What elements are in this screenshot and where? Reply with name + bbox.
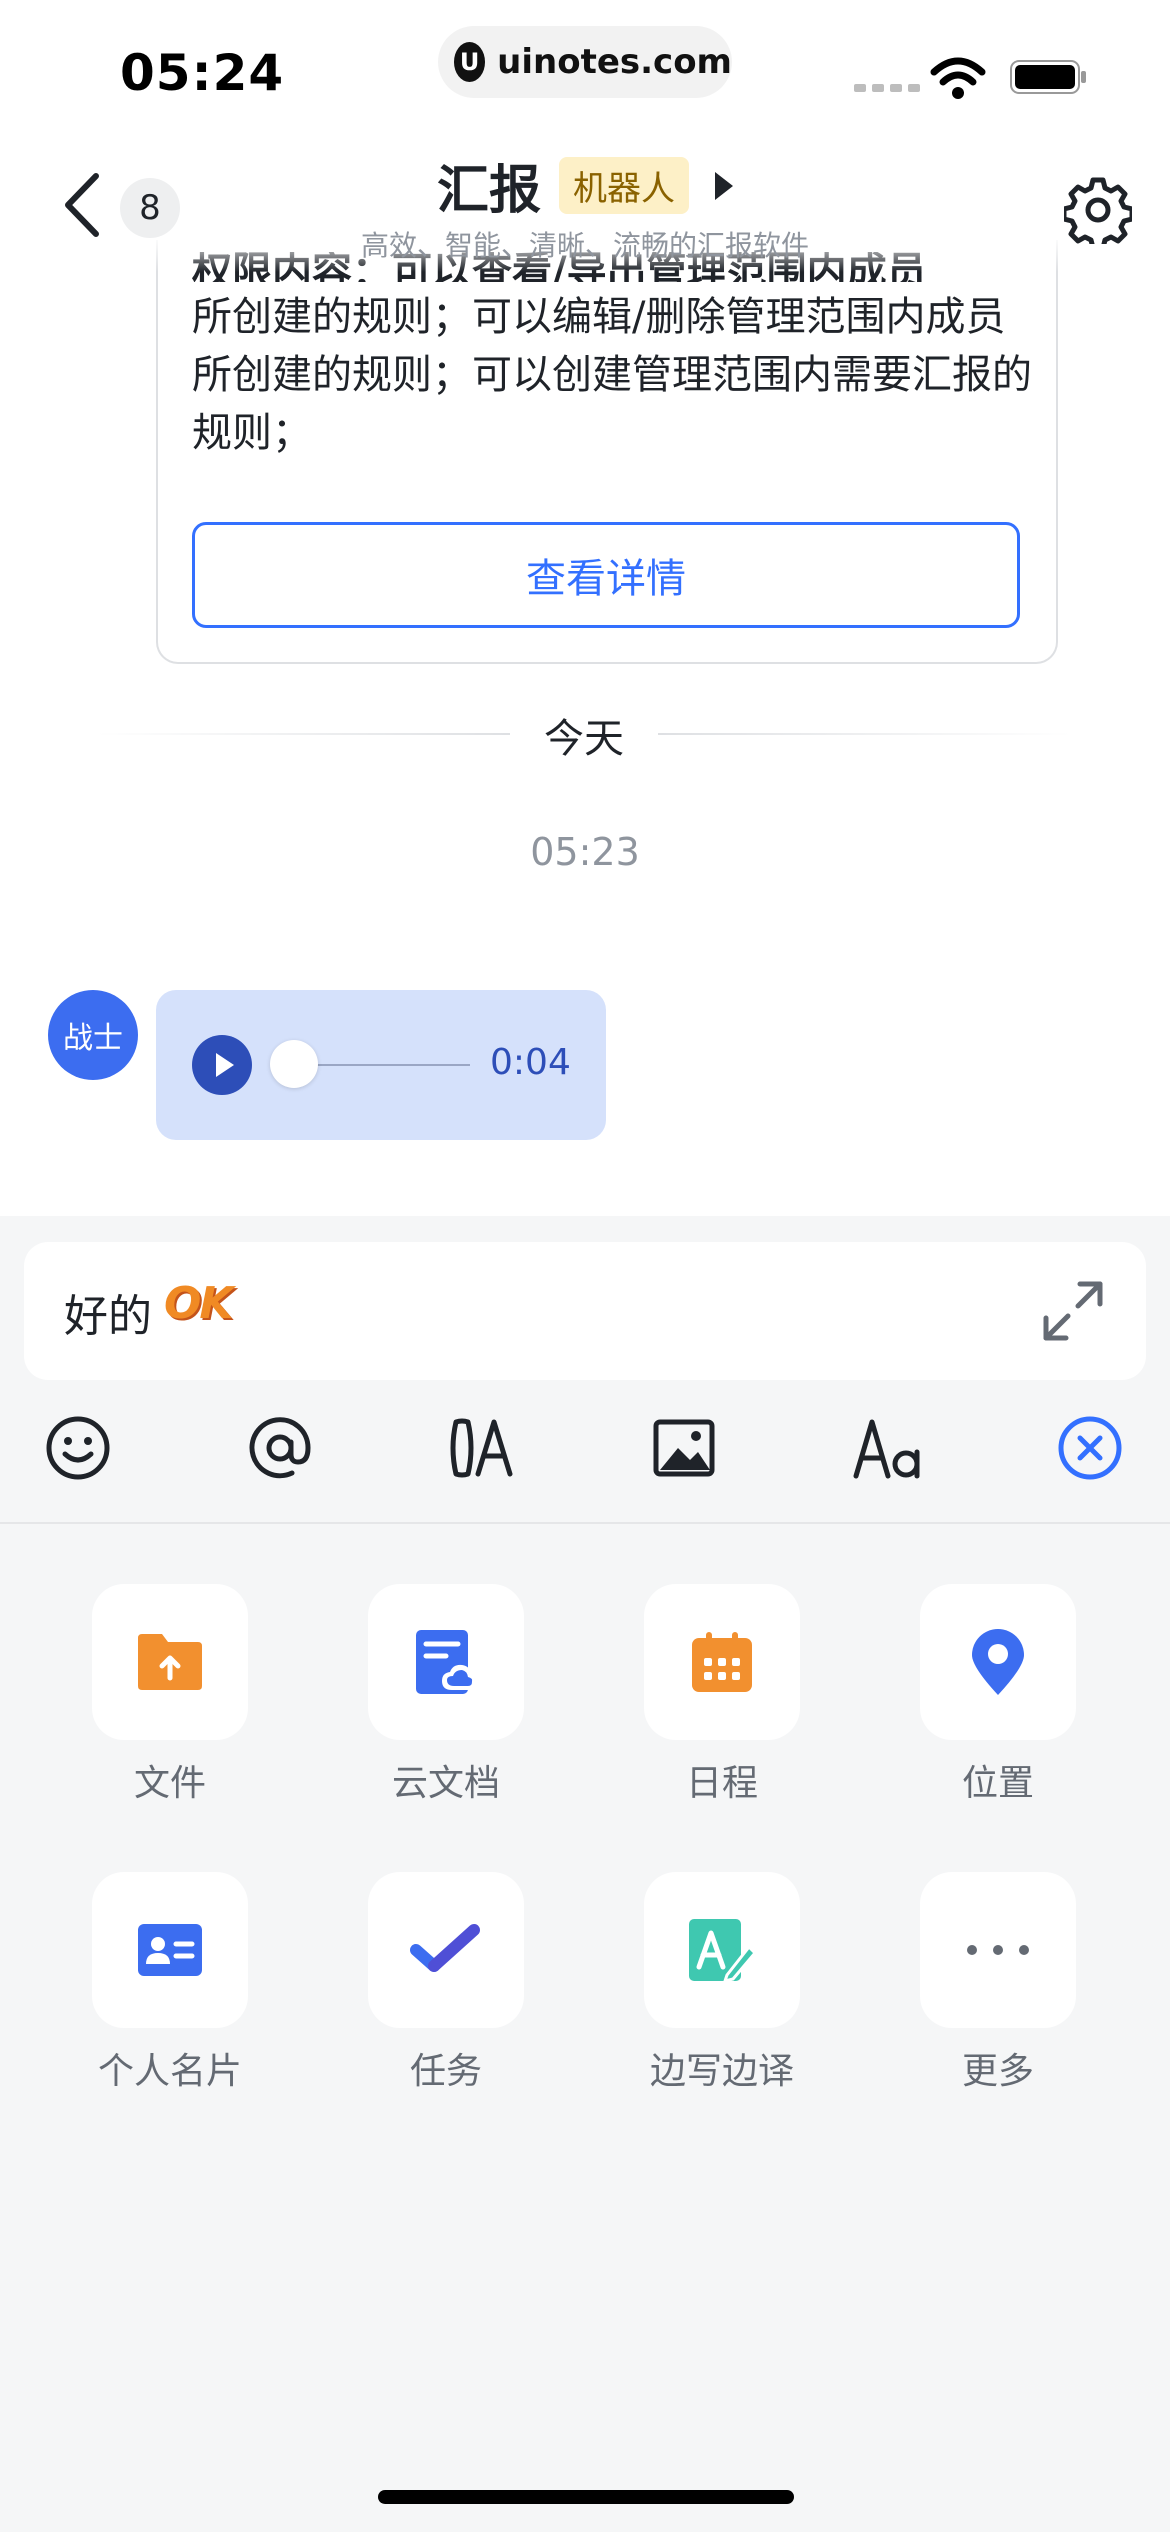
close-panel-icon[interactable] [1054, 1412, 1126, 1484]
task-check-icon [410, 1924, 480, 1972]
message-time: 05:23 [530, 830, 640, 874]
panel-item-task[interactable] [368, 1872, 524, 2028]
panel-item-contact-card[interactable] [92, 1872, 248, 2028]
panel-label-task: 任务 [409, 2051, 482, 2092]
wifi-icon [930, 57, 986, 99]
home-indicator[interactable] [378, 2490, 794, 2504]
caret-right-icon [715, 171, 733, 200]
date-label: 今天 [544, 716, 624, 762]
voice-progress-track[interactable] [296, 1064, 470, 1066]
more-dots-icon [967, 1945, 1029, 1955]
date-divider-right [658, 733, 1072, 735]
site-logo-icon: U [454, 42, 486, 82]
ok-sticker: OK [164, 1278, 233, 1329]
play-icon[interactable] [192, 1035, 252, 1095]
location-pin-icon [972, 1629, 1024, 1695]
chat-title: 汇报 [436, 161, 541, 221]
translate-icon[interactable] [446, 1412, 518, 1484]
chat-subtitle: 高效、智能、清晰、流畅的汇报软件 [360, 229, 809, 262]
cellular-signal-icon [854, 84, 920, 92]
toolbar-divider [0, 1522, 1170, 1524]
gear-icon[interactable] [1064, 176, 1132, 244]
panel-item-location[interactable] [920, 1584, 1076, 1740]
view-details-button[interactable]: 查看详情 [192, 522, 1020, 628]
expand-icon[interactable] [1040, 1278, 1106, 1344]
cloud-doc-icon [416, 1630, 478, 1694]
voice-progress-thumb[interactable] [270, 1040, 318, 1088]
panel-item-more[interactable] [920, 1872, 1076, 2028]
panel-item-cloud-doc[interactable] [368, 1584, 524, 1740]
chat-title-row[interactable]: 汇报 机器人 [0, 148, 1170, 223]
voice-duration: 0:04 [490, 1042, 571, 1083]
panel-label-cloud-doc: 云文档 [391, 1763, 500, 1804]
status-time: 05:24 [120, 44, 285, 102]
calendar-icon [692, 1632, 752, 1692]
panel-label-calendar: 日程 [685, 1763, 758, 1804]
panel-item-calendar[interactable] [644, 1584, 800, 1740]
folder-upload-icon [138, 1634, 202, 1690]
date-divider-left [96, 733, 510, 735]
font-format-icon[interactable] [852, 1412, 924, 1484]
avatar[interactable]: 战士 [48, 990, 138, 1080]
bot-tag: 机器人 [559, 157, 689, 214]
panel-label-location: 位置 [961, 1763, 1034, 1804]
panel-item-file[interactable] [92, 1584, 248, 1740]
url-text: uinotes.com [497, 42, 732, 82]
panel-label-more: 更多 [961, 2051, 1034, 2092]
contact-card-icon [138, 1924, 202, 1976]
url-pill[interactable]: U uinotes.com [438, 26, 732, 98]
panel-label-contact-card: 个人名片 [97, 2051, 242, 2092]
battery-icon [1010, 60, 1086, 94]
panel-label-write-translate: 边写边译 [649, 2051, 794, 2092]
write-translate-icon [689, 1919, 757, 1983]
panel-label-file: 文件 [133, 1763, 206, 1804]
emoji-icon[interactable] [42, 1412, 114, 1484]
panel-item-write-translate[interactable] [644, 1872, 800, 2028]
mention-icon[interactable] [244, 1412, 316, 1484]
message-input-text: 好的 [64, 1291, 152, 1342]
image-icon[interactable] [648, 1412, 720, 1484]
card-text: 所创建的规则；可以编辑/删除管理范围内成员所创建的规则；可以创建管理范围内需要汇… [192, 294, 1032, 456]
